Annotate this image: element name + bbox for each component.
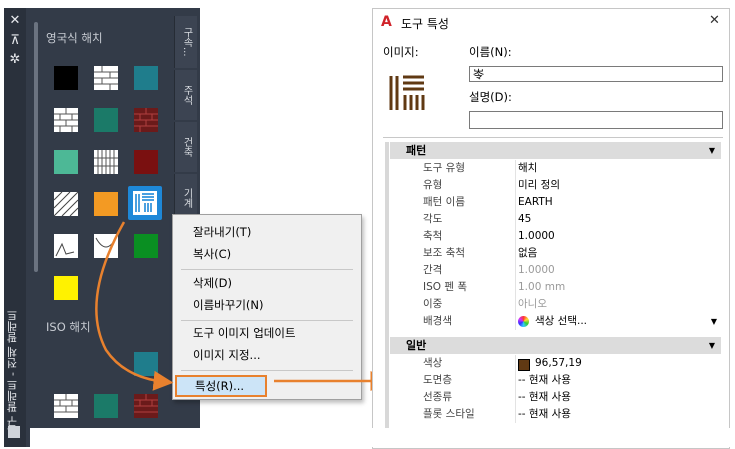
dialog-title: 도구 특성 — [401, 17, 449, 31]
collapse-icon[interactable]: ▼ — [709, 337, 715, 354]
tool-properties-dialog: A 도구 특성 ✕ 이미지: 이름(N): 岺 설명(D): 패턴 ▼ 도구 유… — [372, 8, 730, 449]
prop-row[interactable]: 선종류 -- 현재 사용 — [390, 389, 721, 406]
color-swatch — [518, 359, 530, 371]
collapse-icon[interactable]: ▼ — [709, 142, 715, 159]
category-general-label: 일반 — [406, 339, 427, 352]
prop-row[interactable]: 유형 미리 정의 — [390, 177, 721, 194]
description-label: 설명(D): — [469, 90, 512, 104]
prop-row[interactable]: 축척 1.0000 — [390, 228, 721, 245]
autocad-logo-icon: A — [381, 14, 392, 30]
dialog-bottom-cut — [372, 428, 735, 447]
prop-row[interactable]: 패턴 이름 EARTH — [390, 194, 721, 211]
dropdown-arrow-icon[interactable]: ▼ — [711, 313, 717, 330]
prop-row: 이중 아니오 — [390, 296, 721, 313]
name-label: 이름(N): — [469, 45, 512, 59]
image-label: 이미지: — [383, 45, 419, 59]
prop-row: 도구 유형 해치 — [390, 160, 721, 177]
category-general[interactable]: 일반 ▼ — [390, 337, 721, 354]
prop-row: 간격 1.0000 — [390, 262, 721, 279]
prop-row-color[interactable]: 색상 96,57,19 — [390, 355, 721, 372]
tool-image-earth[interactable] — [387, 73, 427, 113]
prop-row[interactable]: 보조 축척 없음 — [390, 245, 721, 262]
name-field[interactable]: 岺 — [469, 66, 723, 82]
category-pattern-label: 패턴 — [406, 144, 427, 157]
prop-row-background-color[interactable]: 배경색 색상 선택... ▼ — [390, 313, 721, 330]
color-wheel-icon — [518, 316, 529, 327]
prop-row[interactable]: 각도 45 — [390, 211, 721, 228]
prop-row: ISO 펜 폭 1.00 mm — [390, 279, 721, 296]
prop-row[interactable]: 플롯 스타일 -- 현재 사용 — [390, 406, 721, 423]
close-icon[interactable]: ✕ — [709, 13, 720, 28]
property-grid-gutter — [385, 142, 389, 442]
prop-row[interactable]: 도면층 -- 현재 사용 — [390, 372, 721, 389]
category-pattern[interactable]: 패턴 ▼ — [390, 142, 721, 159]
description-field[interactable] — [469, 111, 723, 129]
